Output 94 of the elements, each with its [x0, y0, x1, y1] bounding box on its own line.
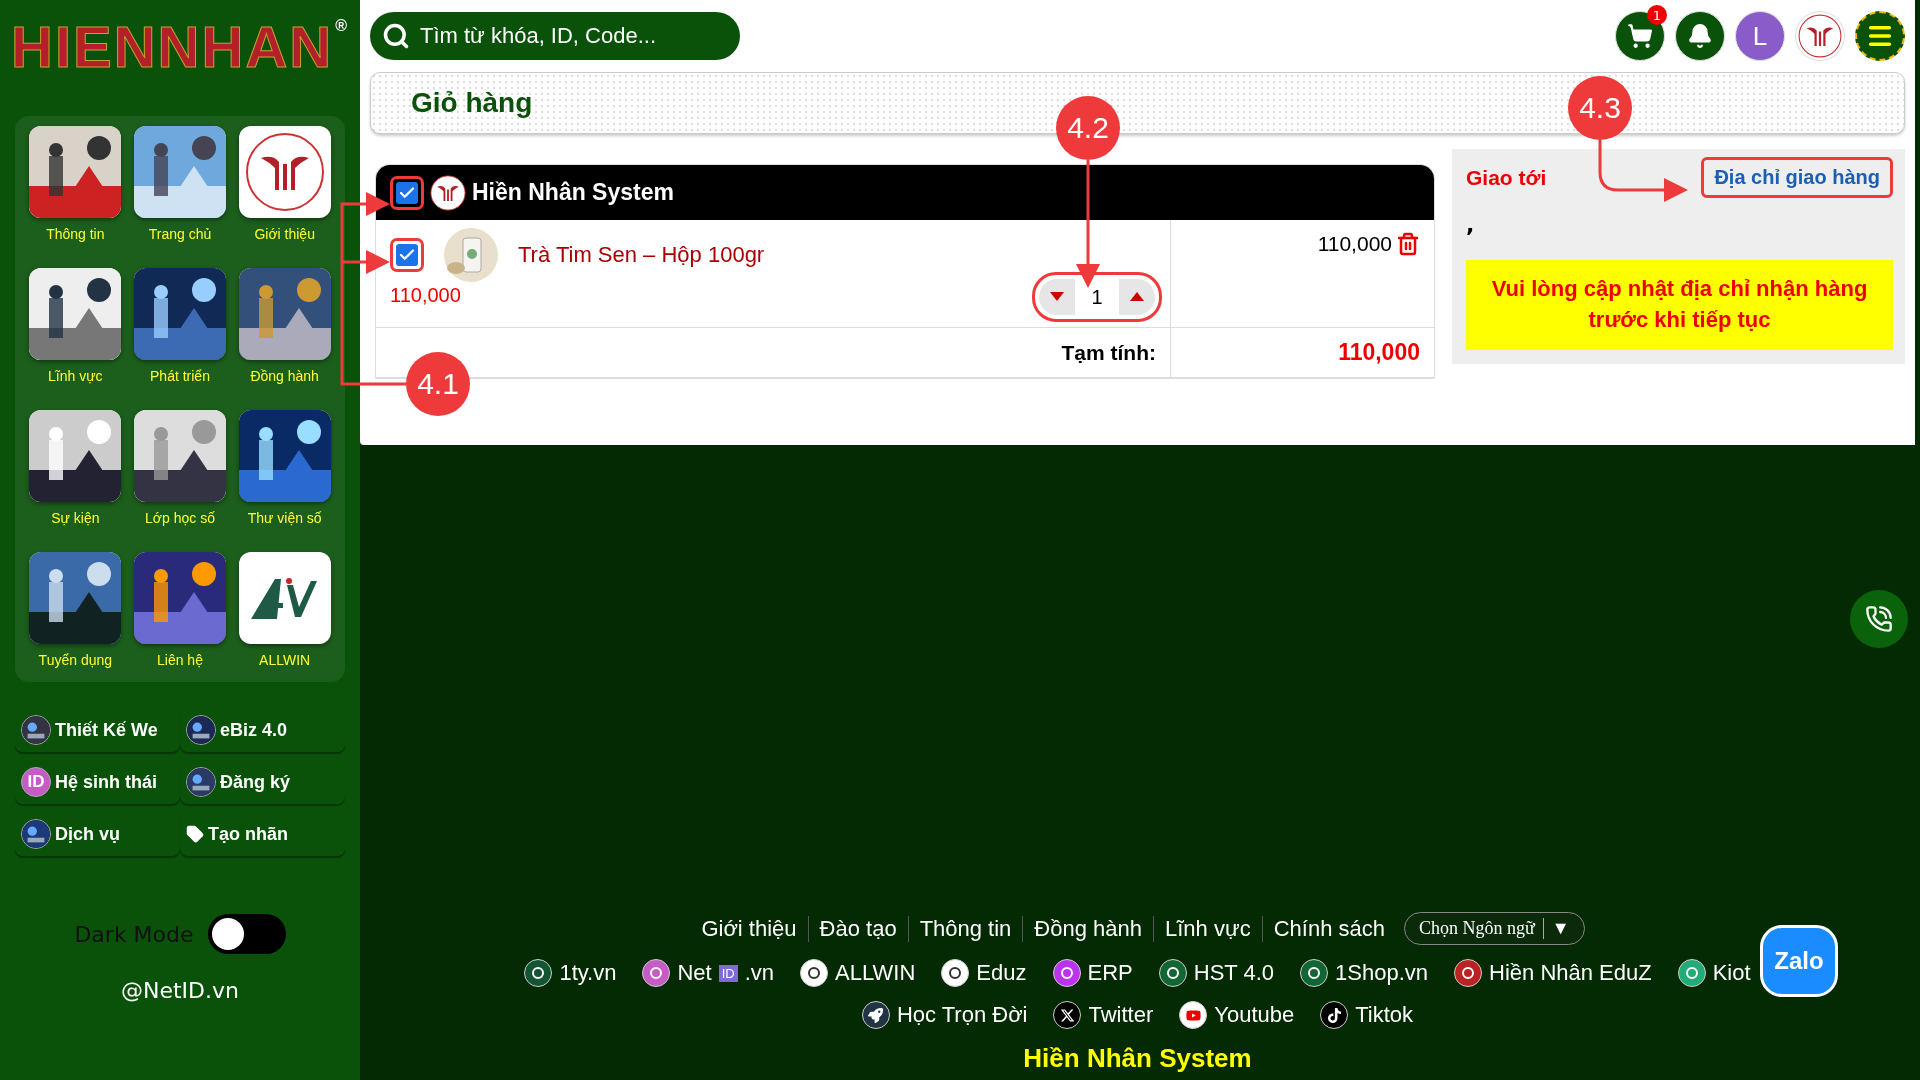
bell-icon: [1687, 23, 1713, 49]
product-thumbnail-icon: [444, 228, 498, 282]
footer-link[interactable]: Chính sách: [1262, 915, 1396, 942]
tile-label[interactable]: Phát triển: [150, 368, 210, 384]
social-link[interactable]: Tiktok: [1320, 1001, 1414, 1029]
site-link[interactable]: Hiền Nhân EduZ: [1454, 959, 1652, 987]
site-link[interactable]: Kiot: [1677, 959, 1751, 987]
tile-label[interactable]: Tuyển dụng: [38, 652, 113, 668]
site-link[interactable]: Eduz: [941, 959, 1027, 987]
dark-mode-label: Dark Mode: [74, 921, 194, 947]
site-logo-icon: [1158, 959, 1187, 987]
tag-icon: [186, 825, 204, 843]
site-logo-icon: [800, 959, 829, 987]
subtotal-value: 110,000: [1337, 338, 1421, 367]
search-icon: [382, 22, 410, 50]
tile-label[interactable]: Liên hệ: [157, 652, 203, 668]
picture-icon: [186, 767, 216, 797]
page-title: Giỏ hàng: [411, 87, 533, 119]
rocket-icon: [861, 1001, 890, 1029]
address-link[interactable]: Địa chỉ giao hàng: [1701, 157, 1893, 198]
site-logo-icon: [1454, 959, 1483, 987]
tiktok-icon: [1320, 1001, 1349, 1029]
picture-icon: [21, 819, 51, 849]
address-warning: Vui lòng cập nhật địa chỉ nhận hàng trước khi tiếp tục: [1466, 260, 1893, 350]
shop-name: Hiền Nhân System: [472, 179, 674, 206]
shop-logo-icon: [430, 174, 466, 211]
cart-button[interactable]: [1615, 11, 1665, 61]
footer-link[interactable]: Giới thiệu: [690, 915, 809, 942]
delete-button[interactable]: [1396, 232, 1420, 256]
menu-item[interactable]: eBiz 4.0: [180, 708, 345, 752]
tile-label[interactable]: Sự kiện: [51, 510, 100, 526]
logo-icon: [244, 132, 325, 212]
logo-icon: [1798, 14, 1842, 58]
notification-button[interactable]: [1675, 11, 1725, 61]
site-link[interactable]: ERP: [1052, 959, 1133, 987]
tile-label[interactable]: Lĩnh vực: [48, 368, 103, 384]
menu-item[interactable]: ID Hệ sinh thái: [15, 760, 180, 804]
menu-item[interactable]: Đăng ký: [180, 760, 345, 804]
social-link[interactable]: Twitter: [1053, 1001, 1154, 1029]
search-field[interactable]: Tìm từ khóa, ID, Code...: [370, 12, 740, 60]
id-logo-icon: ID: [21, 767, 51, 797]
caret-down-icon: [1050, 292, 1064, 302]
language-select[interactable]: Chọn Ngôn ngữ ▼: [1404, 912, 1585, 945]
tile-label[interactable]: Giới thiệu: [254, 226, 315, 242]
avatar-button[interactable]: L: [1735, 11, 1785, 61]
footer-brand: Hiền Nhân System: [1023, 1043, 1252, 1074]
dark-mode-switch[interactable]: [207, 914, 286, 954]
shop-checkbox[interactable]: [396, 181, 418, 204]
site-handle: @NetID.vn: [121, 978, 239, 1003]
social-link[interactable]: Học Trọn Đời: [861, 1001, 1028, 1029]
quantity-field[interactable]: 1: [1075, 279, 1119, 315]
unit-price: 110,000: [390, 284, 461, 307]
brand-button[interactable]: [1795, 11, 1845, 61]
youtube-icon: [1179, 1001, 1208, 1029]
social-link[interactable]: Youtube: [1179, 1001, 1295, 1029]
site-logo-icon: [642, 959, 671, 987]
footer-link[interactable]: Thông tin: [908, 915, 1024, 942]
site-link[interactable]: 1ty.vn: [524, 959, 617, 987]
line-total: 110,000: [1317, 232, 1392, 256]
caret-up-icon: [1130, 292, 1144, 302]
phone-icon: [1865, 605, 1893, 633]
x-logo-icon: [1053, 1001, 1082, 1029]
brand-logo: HIENNHAN®: [11, 18, 349, 81]
tile-label[interactable]: Thông tin: [46, 226, 105, 242]
site-logo-icon: [1052, 959, 1081, 987]
address-text: ,: [1466, 212, 1476, 239]
trash-icon: [1396, 232, 1420, 256]
item-checkbox[interactable]: [396, 244, 418, 266]
site-link[interactable]: Net ID .vn: [642, 959, 775, 987]
cart-icon: [1627, 23, 1653, 49]
tile-label[interactable]: Đồng hành: [250, 368, 319, 384]
footer-link[interactable]: Đào tạo: [808, 915, 909, 942]
site-logo-icon: [524, 959, 553, 987]
shipping-label: Giao tới: [1466, 165, 1547, 190]
footer-link[interactable]: Đồng hành: [1023, 915, 1154, 942]
menu-item[interactable]: Dịch vụ: [15, 812, 180, 856]
product-name[interactable]: Trà Tim Sen – Hộp 100gr: [518, 242, 765, 268]
site-link[interactable]: HST 4.0: [1158, 959, 1275, 987]
site-link[interactable]: ALLWIN: [800, 959, 916, 987]
menu-item[interactable]: Tạo nhãn: [180, 812, 345, 856]
footer-link[interactable]: Lĩnh vực: [1154, 915, 1263, 942]
site-logo-icon: [1677, 959, 1706, 987]
site-link[interactable]: 1Shop.vn: [1300, 959, 1429, 987]
menu-button[interactable]: [1855, 11, 1905, 61]
site-logo-icon: [1300, 959, 1329, 987]
tile-label[interactable]: Lớp học số: [145, 510, 215, 526]
cart-count: 1: [1647, 5, 1667, 25]
tile-label[interactable]: ALLWIN: [259, 652, 311, 668]
picture-icon: [21, 715, 51, 745]
picture-icon: [186, 715, 216, 745]
tile-label[interactable]: Thư viện số: [247, 510, 322, 526]
menu-item[interactable]: Thiết Kế We: [15, 708, 180, 752]
site-logo-icon: [941, 959, 970, 987]
tile-label[interactable]: Trang chủ: [148, 226, 212, 242]
